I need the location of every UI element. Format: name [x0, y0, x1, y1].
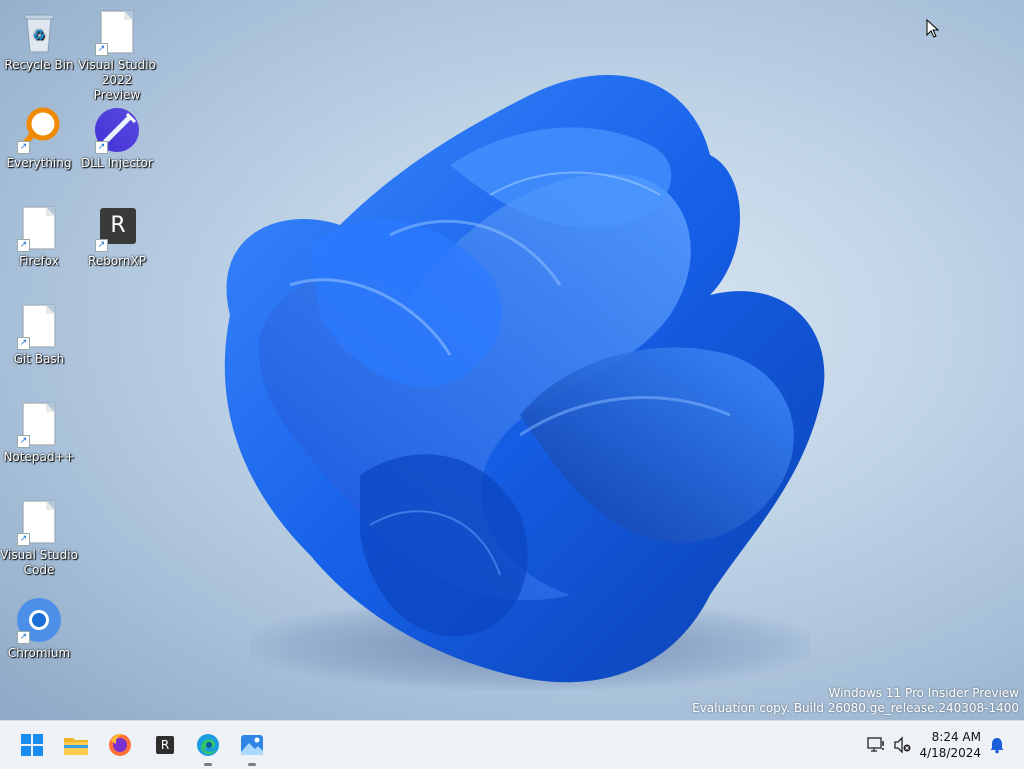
file-icon: ↗ — [15, 498, 63, 546]
taskbar: R 8:24 AM 4/18/2024 — [0, 720, 1024, 769]
desktop-icon-visual-studio-2022-preview[interactable]: ↗ Visual Studio 2022 Preview — [78, 8, 156, 103]
shortcut-arrow-icon: ↗ — [17, 435, 30, 448]
shortcut-arrow-icon: ↗ — [17, 239, 30, 252]
shortcut-arrow-icon: ↗ — [17, 337, 30, 350]
watermark-build: Evaluation copy. Build 26080.ge_release.… — [692, 701, 1019, 715]
desktop-icon-label: Everything — [6, 156, 72, 170]
network-disconnected-icon — [867, 737, 884, 752]
desktop-icon-label: Visual Studio Code — [0, 548, 78, 577]
desktop-icon-label: Recycle Bin — [4, 58, 74, 72]
clock-time: 8:24 AM — [931, 730, 981, 744]
taskbar-firefox[interactable] — [104, 729, 136, 761]
rebornxp-icon: R — [156, 736, 174, 754]
file-icon: ↗ — [15, 302, 63, 350]
desktop-icon-label: Visual Studio 2022 Preview — [78, 58, 156, 102]
notifications-button[interactable] — [987, 735, 1007, 755]
shortcut-arrow-icon: ↗ — [17, 631, 30, 644]
shortcut-arrow-icon: ↗ — [17, 141, 30, 154]
file-icon: ↗ — [93, 8, 141, 56]
network-button[interactable] — [866, 735, 886, 755]
desktop-icon-dll-injector[interactable]: ↗ DLL Injector — [78, 106, 156, 171]
desktop-icon-label: DLL Injector — [81, 156, 153, 170]
file-icon: ↗ — [15, 204, 63, 252]
desktop-icon-recycle-bin[interactable]: ♻ Recycle Bin — [0, 8, 78, 73]
desktop-icon-label: RebornXP — [88, 254, 146, 268]
taskbar-file-explorer[interactable] — [60, 729, 92, 761]
wallpaper-bloom — [224, 75, 825, 683]
clock[interactable]: 8:24 AM 4/18/2024 — [919, 729, 981, 761]
watermark-edition: Windows 11 Pro Insider Preview — [828, 686, 1019, 700]
start-icon — [21, 734, 43, 756]
rebornxp-icon: R ↗ — [93, 204, 141, 252]
chromium-icon: ↗ — [15, 596, 63, 644]
mouse-cursor-icon — [926, 19, 940, 38]
desktop-icon-visual-studio-code[interactable]: ↗ Visual Studio Code — [0, 498, 78, 578]
syringe-icon: ↗ — [93, 106, 141, 154]
photos-icon — [241, 735, 263, 755]
edge-icon — [197, 734, 219, 756]
desktop-icon-git-bash[interactable]: ↗ Git Bash — [0, 302, 78, 367]
recycle-bin-icon: ♻ — [15, 8, 63, 56]
start-button[interactable] — [16, 729, 48, 761]
desktop-icon-label: Notepad++ — [3, 450, 75, 464]
file-icon: ↗ — [15, 400, 63, 448]
desktop-icon-firefox[interactable]: ↗ Firefox — [0, 204, 78, 269]
firefox-icon — [109, 734, 131, 756]
volume-button[interactable] — [892, 735, 912, 755]
volume-muted-icon — [894, 736, 911, 754]
taskbar-edge[interactable] — [192, 729, 224, 766]
desktop-icon-label: Git Bash — [13, 352, 65, 366]
shortcut-arrow-icon: ↗ — [17, 533, 30, 546]
desktop[interactable]: ♻ Recycle Bin ↗ Visual Studio 2022 Previ… — [0, 0, 1024, 720]
everything-search-icon: ↗ — [15, 106, 63, 154]
shortcut-arrow-icon: ↗ — [95, 141, 108, 154]
desktop-icon-rebornxp[interactable]: R ↗ RebornXP — [78, 204, 156, 269]
desktop-icon-label: Firefox — [19, 254, 59, 268]
taskbar-rebornxp[interactable]: R — [148, 729, 180, 761]
taskbar-photos[interactable] — [236, 729, 268, 766]
clock-date: 4/18/2024 — [919, 746, 981, 760]
desktop-icon-label: Chromium — [7, 646, 71, 660]
desktop-icon-everything[interactable]: ↗ Everything — [0, 106, 78, 171]
running-indicator — [204, 763, 212, 766]
svg-text:♻: ♻ — [33, 28, 46, 44]
shortcut-arrow-icon: ↗ — [95, 43, 108, 56]
desktop-icon-chromium[interactable]: ↗ Chromium — [0, 596, 78, 661]
bell-icon — [990, 738, 1004, 754]
file-explorer-icon — [64, 738, 88, 755]
desktop-icon-notepad-plus-plus[interactable]: ↗ Notepad++ — [0, 400, 78, 465]
running-indicator — [248, 763, 256, 766]
shortcut-arrow-icon: ↗ — [95, 239, 108, 252]
